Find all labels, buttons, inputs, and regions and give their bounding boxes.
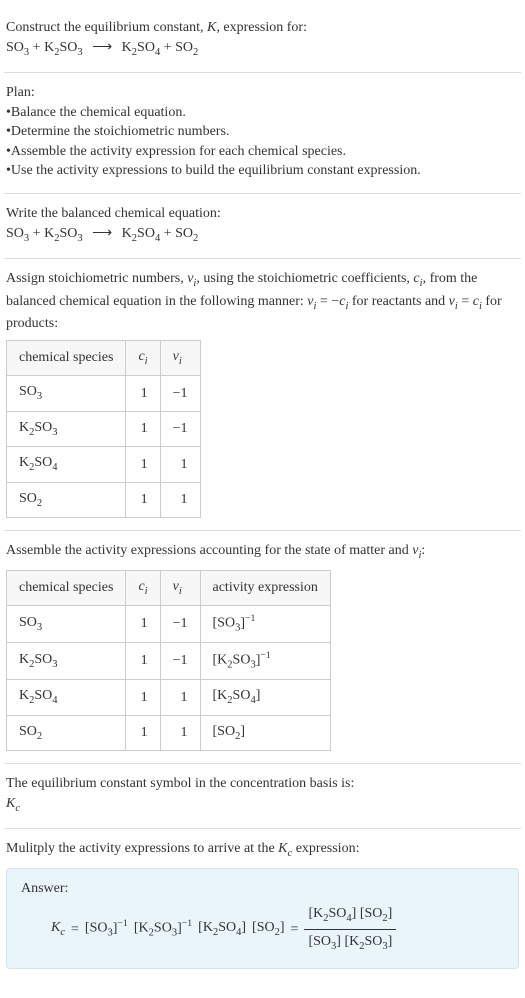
product-k2so4: K2SO4 — [122, 40, 161, 55]
reactant-k2so3: K2SO3 — [44, 40, 83, 55]
cell-species: SO3 — [7, 376, 126, 411]
table-row: K2SO4 1 1 [K2SO4] — [7, 680, 331, 715]
table-row: K2SO3 1 −1 — [7, 411, 201, 446]
cell-ci: 1 — [126, 376, 160, 411]
prompt-prefix: Construct the equilibrium constant, — [6, 20, 207, 35]
kc-line1: The equilibrium constant symbol in the c… — [6, 774, 519, 794]
balanced-equation: SO3 + K2SO3 ⟶ K2SO4 + SO2 — [6, 224, 519, 246]
assign-text: Assign stoichiometric numbers, νi, using… — [6, 269, 519, 334]
final-section: Mulitply the activity expressions to arr… — [4, 829, 521, 981]
table-row: K2SO3 1 −1 [K2SO3] — [7, 643, 331, 680]
term-k2so4: [K2SO4] — [198, 918, 246, 940]
stoich-table-2: chemical species ci νi activity expressi… — [6, 570, 331, 752]
term-so2: [SO2] — [252, 918, 285, 940]
kc-expression: Kc = [SO3] [K2SO3] [K2SO4] [SO2] = [K2SO… — [21, 904, 504, 954]
term-k2so3-inv: [K2SO3] — [134, 917, 192, 941]
table-row: SO2 1 1 [SO2] — [7, 715, 331, 750]
cell-nui: 1 — [160, 482, 200, 517]
col-species: chemical species — [7, 570, 126, 605]
answer-box: Answer: Kc = [SO3] [K2SO3] [K2SO4] [SO2]… — [6, 868, 519, 970]
table-header-row: chemical species ci νi — [7, 340, 201, 375]
prompt-line: Construct the equilibrium constant, K, e… — [6, 18, 519, 38]
product-so2: SO2 — [175, 40, 198, 55]
table-row: SO3 1 −1 — [7, 376, 201, 411]
prompt-suffix: , expression for: — [216, 20, 307, 35]
cell-species: K2SO3 — [7, 411, 126, 446]
col-activity: activity expression — [200, 570, 330, 605]
table-row: K2SO4 1 1 — [7, 447, 201, 482]
cell-ci: 1 — [126, 482, 160, 517]
balanced-section: Write the balanced chemical equation: SO… — [4, 194, 521, 259]
frac-denominator: [SO3] [K2SO3] — [304, 930, 396, 954]
cell-nui: −1 — [160, 411, 200, 446]
cell-activity: [SO2] — [200, 715, 330, 750]
activity-section: Assemble the activity expressions accoun… — [4, 531, 521, 764]
table-row: SO3 1 −1 [SO3] — [7, 606, 331, 643]
plan-item: Assemble the activity expression for eac… — [6, 142, 519, 162]
kc-symbol-section: The equilibrium constant symbol in the c… — [4, 764, 521, 829]
plan-item: Determine the stoichiometric numbers. — [6, 122, 519, 142]
plan-title: Plan: — [6, 83, 519, 103]
kc-fraction: [K2SO4] [SO2] [SO3] [K2SO3] — [304, 904, 396, 954]
col-nui: νi — [160, 340, 200, 375]
col-ci: ci — [126, 570, 160, 605]
activity-text: Assemble the activity expressions accoun… — [6, 541, 519, 563]
unbalanced-equation: SO3 + K2SO3 ⟶ K2SO4 + SO2 — [6, 38, 519, 60]
cell-nui: 1 — [160, 447, 200, 482]
table-header-row: chemical species ci νi activity expressi… — [7, 570, 331, 605]
term-so3-inv: [SO3] — [85, 917, 128, 941]
balanced-title: Write the balanced chemical equation: — [6, 204, 519, 224]
plan-item: Use the activity expressions to build th… — [6, 161, 519, 181]
plan-section: Plan: Balance the chemical equation. Det… — [4, 73, 521, 194]
col-ci: ci — [126, 340, 160, 375]
multiply-text: Mulitply the activity expressions to arr… — [6, 839, 519, 861]
reactant-so3: SO3 — [6, 40, 29, 55]
plan-list: Balance the chemical equation. Determine… — [6, 103, 519, 181]
header-section: Construct the equilibrium constant, K, e… — [4, 8, 521, 73]
cell-nui: −1 — [160, 376, 200, 411]
plan-item: Balance the chemical equation. — [6, 103, 519, 123]
reaction-arrow-icon: ⟶ — [92, 224, 112, 244]
kc-symbol: Kc — [6, 794, 519, 816]
frac-numerator: [K2SO4] [SO2] — [304, 904, 396, 929]
cell-species: SO2 — [7, 482, 126, 517]
answer-label: Answer: — [21, 879, 504, 899]
col-species: chemical species — [7, 340, 126, 375]
cell-species: K2SO4 — [7, 447, 126, 482]
cell-ci: 1 — [126, 447, 160, 482]
col-nui: νi — [160, 570, 200, 605]
stoich-table-1: chemical species ci νi SO3 1 −1 K2SO3 1 … — [6, 340, 201, 518]
cell-activity: [K2SO4] — [200, 680, 330, 715]
reaction-arrow-icon: ⟶ — [92, 38, 112, 58]
cell-activity: [SO3] — [200, 606, 330, 643]
assign-section: Assign stoichiometric numbers, νi, using… — [4, 259, 521, 531]
cell-activity: [K2SO3] — [200, 643, 330, 680]
cell-ci: 1 — [126, 411, 160, 446]
K-symbol: K — [207, 20, 216, 35]
table-row: SO2 1 1 — [7, 482, 201, 517]
